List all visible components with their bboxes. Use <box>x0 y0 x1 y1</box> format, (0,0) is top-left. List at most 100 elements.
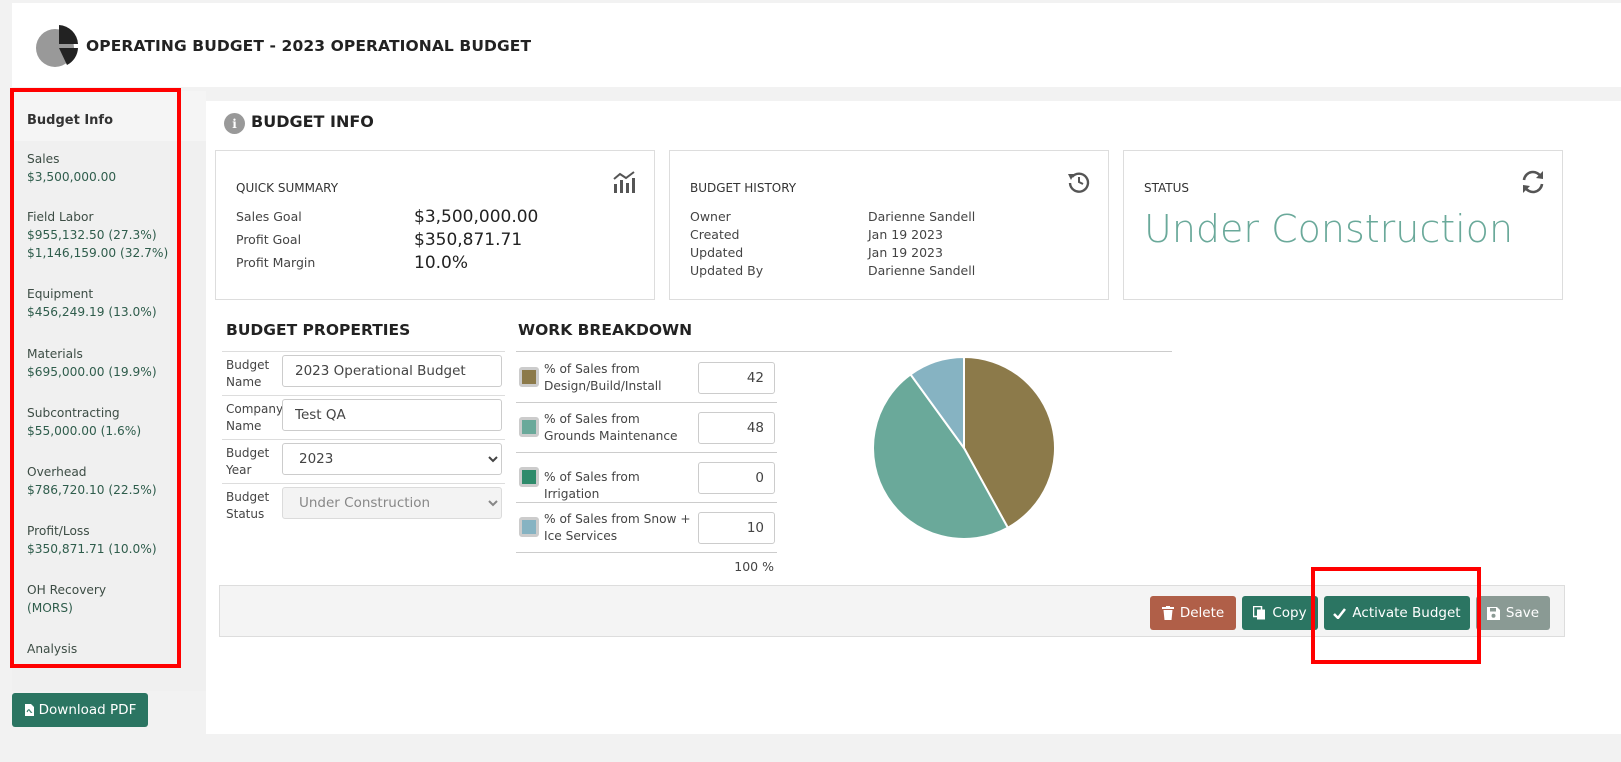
budget-year-row: Budget Year 2023 <box>222 439 505 483</box>
sidebar-item-materials[interactable]: Materials $695,000.00 (19.9%) <box>27 345 157 381</box>
sidebar-item-value: $350,871.71 (10.0%) <box>27 542 157 556</box>
budget-history-card: BUDGET HISTORY Owner Darienne Sandell Cr… <box>669 150 1109 300</box>
profit-goal-label: Profit Goal <box>236 232 302 247</box>
status-card: STATUS Under Construction <box>1123 150 1563 300</box>
budget-name-row: Budget Name <box>222 351 505 395</box>
sidebar-item-sales[interactable]: Sales $3,500,000.00 <box>27 150 116 186</box>
updated-value: Jan 19 2023 <box>868 245 943 260</box>
profit-margin-label: Profit Margin <box>236 255 316 270</box>
page-title: OPERATING BUDGET - 2023 OPERATIONAL BUDG… <box>86 37 532 55</box>
work-breakdown-label: % of Sales from Design/Build/Install <box>544 362 662 393</box>
work-breakdown-pie-chart <box>872 355 1056 540</box>
company-name-label: Company Name <box>226 402 284 433</box>
created-label: Created <box>690 227 740 242</box>
sidebar-item-value: $786,720.10 (22.5%) <box>27 483 157 497</box>
sidebar-heading[interactable]: Budget Info <box>12 91 206 141</box>
sidebar-item-field-labor[interactable]: Field Labor $955,132.50 (27.3%) $1,146,159… <box>27 208 168 262</box>
checkmark-icon <box>1333 607 1347 619</box>
sidebar-item-value: $695,000.00 (19.9%) <box>27 365 157 379</box>
section-title: BUDGET INFO <box>251 112 374 131</box>
work-breakdown-title: WORK BREAKDOWN <box>518 321 693 339</box>
sidebar-item-equipment[interactable]: Equipment $456,249.19 (13.0%) <box>27 285 157 321</box>
quick-summary-title: QUICK SUMMARY <box>236 181 339 195</box>
profit-goal-value: $350,871.71 <box>414 230 523 250</box>
copy-icon <box>1253 606 1266 620</box>
activate-budget-label: Activate Budget <box>1352 605 1461 621</box>
history-icon <box>1068 172 1090 193</box>
work-breakdown-row: % of Sales from Snow + Ice Services <box>516 503 777 553</box>
trash-icon <box>1161 606 1174 620</box>
sidebar-item-value: $456,249.19 (13.0%) <box>27 305 157 319</box>
budget-status-select[interactable]: Under Construction <box>282 487 502 519</box>
work-breakdown-total: 100 % <box>734 559 774 574</box>
work-breakdown-input[interactable] <box>698 462 775 494</box>
pie-chart-logo-icon <box>36 25 78 67</box>
color-swatch <box>519 517 539 537</box>
sidebar-item-overhead[interactable]: Overhead $786,720.10 (22.5%) <box>27 463 157 499</box>
save-label: Save <box>1505 605 1540 621</box>
work-breakdown-input[interactable] <box>698 412 775 444</box>
info-icon: i <box>224 113 245 134</box>
company-name-row: Company Name <box>222 395 505 439</box>
work-breakdown-divider <box>516 351 1172 352</box>
save-button[interactable]: Save <box>1476 596 1550 630</box>
owner-value: Darienne Sandell <box>868 209 976 224</box>
save-disk-icon <box>1486 606 1500 620</box>
sidebar-item-value: $55,000.00 (1.6%) <box>27 424 142 438</box>
work-breakdown-row: % of Sales from Design/Build/Install <box>516 353 777 403</box>
budget-status-row: Budget Status Under Construction <box>222 483 505 527</box>
sidebar-item-label: Sales <box>27 152 60 166</box>
app-header: OPERATING BUDGET - 2023 OPERATIONAL BUDG… <box>12 3 1621 87</box>
sidebar-item-profit-loss[interactable]: Profit/Loss $350,871.71 (10.0%) <box>27 522 157 558</box>
download-pdf-button[interactable]: Download PDF <box>12 693 148 727</box>
work-breakdown-label: % of Sales from Irrigation <box>544 470 640 501</box>
action-bar: Delete Copy Activate Budget Save <box>219 585 1565 637</box>
copy-button[interactable]: Copy <box>1242 596 1318 630</box>
updated-by-value: Darienne Sandell <box>868 263 976 278</box>
profit-margin-value: 10.0% <box>414 253 469 273</box>
budget-properties-title: BUDGET PROPERTIES <box>226 321 411 339</box>
sidebar-item-label: OH Recovery <box>27 583 107 597</box>
sidebar-item-label: Subcontracting <box>27 406 120 420</box>
budget-year-label: Budget Year <box>226 446 270 477</box>
work-breakdown-label: % of Sales from Snow + Ice Services <box>544 512 691 543</box>
budget-name-input[interactable] <box>282 355 502 387</box>
color-swatch <box>519 417 539 437</box>
sidebar-item-label: Materials <box>27 347 83 361</box>
sidebar-item-label: Equipment <box>27 287 94 301</box>
refresh-icon[interactable] <box>1520 169 1546 195</box>
budget-name-label: Budget Name <box>226 358 270 389</box>
work-breakdown-row: % of Sales from Grounds Maintenance <box>516 403 777 453</box>
copy-label: Copy <box>1272 605 1307 621</box>
pdf-file-icon <box>24 704 34 716</box>
updated-label: Updated <box>690 245 744 260</box>
budget-status-label: Budget Status <box>226 490 270 521</box>
sidebar-item-value: (MORS) <box>27 601 73 615</box>
color-swatch <box>519 467 539 487</box>
download-pdf-label: Download PDF <box>38 702 137 718</box>
color-swatch <box>519 367 539 387</box>
sidebar-item-label: Overhead <box>27 465 87 479</box>
sidebar-item-value: $955,132.50 (27.3%) <box>27 228 157 242</box>
main-panel: i BUDGET INFO QUICK SUMMARY Sales Goal $… <box>206 101 1621 734</box>
delete-button[interactable]: Delete <box>1150 596 1236 630</box>
work-breakdown-input[interactable] <box>698 362 775 394</box>
sidebar-item-value: $3,500,000.00 <box>27 170 117 184</box>
budget-history-title: BUDGET HISTORY <box>690 181 797 195</box>
sidebar: Budget Info Sales $3,500,000.00 Field Labo… <box>12 91 206 691</box>
activate-budget-button[interactable]: Activate Budget <box>1324 596 1470 630</box>
sidebar-item-analysis[interactable]: Analysis <box>27 640 77 658</box>
updated-by-label: Updated By <box>690 263 764 278</box>
sidebar-item-label: Profit/Loss <box>27 524 90 538</box>
sidebar-item-label: Analysis <box>27 642 78 656</box>
sales-goal-label: Sales Goal <box>236 209 302 224</box>
delete-label: Delete <box>1179 605 1225 621</box>
sidebar-item-subcontracting[interactable]: Subcontracting $55,000.00 (1.6%) <box>27 404 141 440</box>
sales-goal-value: $3,500,000.00 <box>414 207 539 227</box>
company-name-input[interactable] <box>282 399 502 431</box>
sidebar-item-oh-recovery[interactable]: OH Recovery (MORS) <box>27 581 106 617</box>
status-value: Under Construction <box>1144 207 1514 251</box>
budget-year-select[interactable]: 2023 <box>282 443 502 475</box>
work-breakdown-input[interactable] <box>698 512 775 544</box>
created-value: Jan 19 2023 <box>868 227 943 242</box>
